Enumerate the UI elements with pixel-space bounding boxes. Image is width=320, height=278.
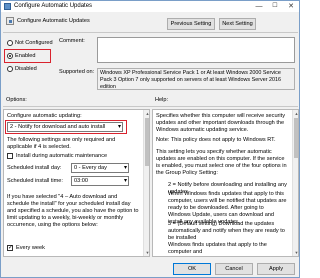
radio-label: Disabled (15, 66, 37, 72)
radio-indicator[interactable] (7, 66, 13, 72)
configure-updating-label: Configure automatic updating: (7, 113, 82, 119)
dropdown-value: 0 - Every day (74, 165, 107, 171)
help-paragraph: Specifies whether this computer will rec… (156, 113, 286, 133)
ok-button[interactable]: OK (173, 263, 211, 275)
policy-app-icon (4, 3, 11, 10)
options-panel: Configure automatic updating: 2 - Notify… (3, 109, 150, 257)
apply-button[interactable]: Apply (257, 263, 295, 275)
schedule-note-text: If you have selected "4 – Auto download … (7, 194, 139, 228)
help-paragraph: 3 = (Default setting) Download the updat… (168, 221, 285, 241)
dropdown-highlight-box (5, 120, 127, 134)
comment-textarea[interactable] (97, 37, 295, 63)
supported-on-label: Supported on: (59, 69, 95, 75)
scroll-down-icon[interactable]: ▼ (144, 249, 149, 256)
help-section-label: Help: (155, 97, 169, 103)
maintenance-checkbox[interactable] (7, 153, 13, 159)
scroll-up-icon[interactable]: ▲ (144, 110, 149, 117)
maintenance-checkbox-label: Install during automatic maintenance (16, 153, 108, 159)
every-week-checkbox[interactable] (7, 244, 13, 251)
cancel-button[interactable]: Cancel (215, 263, 253, 275)
radio-label: Not Configured (15, 40, 53, 46)
radio-not-configured[interactable]: Not Configured (6, 39, 66, 47)
help-paragraph: This setting lets you specify whether au… (156, 149, 287, 176)
scroll-up-icon[interactable]: ▲ (293, 110, 298, 117)
scheduled-time-dropdown[interactable]: 03:00 ▾ (71, 176, 129, 186)
maximize-icon[interactable]: ☐ (267, 1, 283, 12)
enabled-highlight-box (4, 49, 51, 63)
chevron-down-icon[interactable]: ▾ (124, 164, 127, 172)
supported-on-text: Windows XP Professional Service Pack 1 o… (97, 68, 295, 90)
options-note-text: The following settings are only required… (7, 137, 116, 150)
next-setting-button[interactable]: Next Setting (219, 18, 256, 30)
scheduled-day-dropdown[interactable]: 0 - Every day ▾ (71, 163, 129, 173)
help-scrollbar[interactable]: ▲ ▼ (292, 110, 298, 256)
previous-setting-button[interactable]: Previous Setting (167, 18, 215, 30)
divider (3, 32, 298, 33)
comment-label: Comment: (59, 38, 85, 44)
chevron-down-icon[interactable]: ▾ (124, 177, 127, 185)
scrollbar-thumb[interactable] (145, 118, 149, 166)
close-icon[interactable]: ✕ (283, 1, 299, 12)
help-panel: Specifies whether this computer will rec… (152, 109, 299, 257)
policy-title: Configure Automatic Updates (17, 18, 90, 24)
title-bar[interactable]: Configure Automatic Updates — ☐ ✕ (1, 1, 299, 12)
policy-setting-icon (6, 17, 14, 25)
every-week-checkbox-label: Every week (16, 245, 45, 251)
scheduled-time-label: Scheduled install time: (7, 178, 63, 184)
window-title: Configure Automatic Updates (14, 3, 93, 9)
help-paragraph: Windows finds updates that apply to the … (168, 242, 267, 255)
options-scrollbar[interactable]: ▲ ▼ (143, 110, 149, 256)
help-paragraph: Note: This policy does not apply to Wind… (156, 137, 276, 143)
radio-disabled[interactable]: Disabled (6, 65, 66, 73)
scroll-down-icon[interactable]: ▼ (293, 249, 298, 256)
divider (3, 106, 298, 107)
dropdown-value: 03:00 (74, 178, 88, 184)
scrollbar-thumb[interactable] (294, 118, 298, 158)
options-section-label: Options: (6, 97, 27, 103)
scheduled-day-label: Scheduled install day: (7, 165, 62, 171)
minimize-icon[interactable]: — (251, 1, 267, 12)
policy-dialog-window: Configure Automatic Updates — ☐ ✕ Config… (0, 0, 300, 278)
radio-indicator[interactable] (7, 40, 13, 46)
